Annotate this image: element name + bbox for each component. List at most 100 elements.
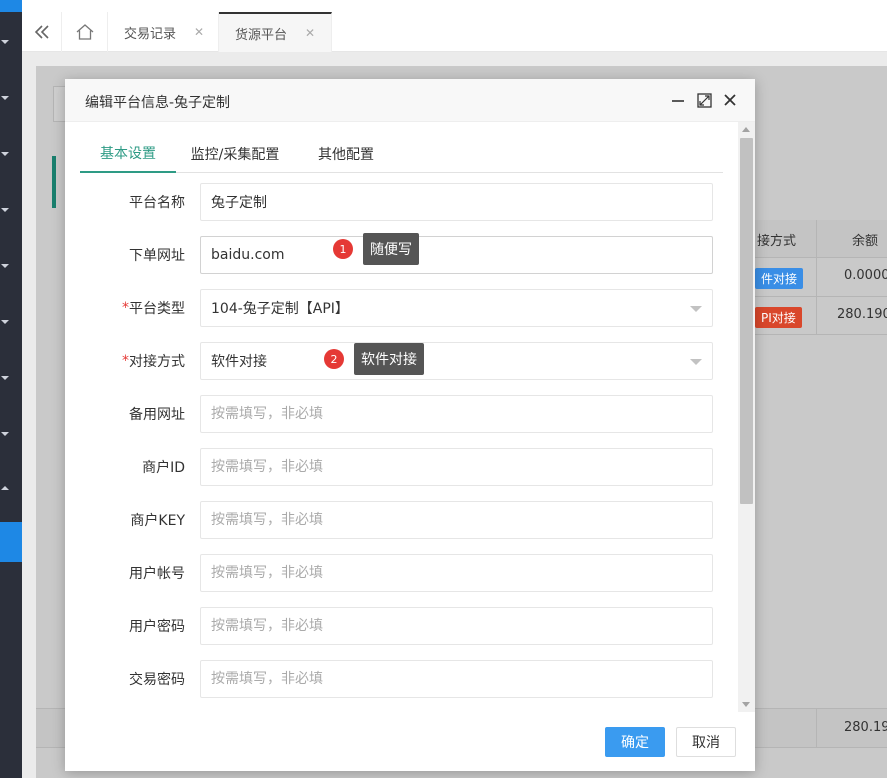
home-icon[interactable] [62, 12, 108, 52]
sidebar-item-active[interactable] [0, 522, 22, 562]
bg-row-divider [755, 296, 887, 297]
platform-name-input[interactable] [200, 183, 713, 221]
bg-row-divider [755, 334, 887, 335]
bg-balance-value: 280.190 [837, 307, 887, 322]
form-row-trade-password: 交易密码 [65, 660, 755, 698]
chevron-up-icon [1, 486, 9, 490]
form-row-backup-url: 备用网址 [65, 395, 755, 433]
merchant-id-input[interactable] [200, 448, 713, 486]
caret-down-icon [690, 306, 702, 312]
dialog-scrollbar[interactable] [738, 122, 755, 712]
sidebar-item[interactable] [0, 404, 22, 460]
field-label: 用户帐号 [129, 566, 185, 582]
field-label-text: 平台类型 [129, 301, 185, 317]
scrollbar-thumb[interactable] [740, 138, 753, 504]
annotation-2: 2 软件对接 [324, 343, 424, 375]
bg-total-balance: 280.19 [844, 720, 887, 735]
left-sidebar [0, 0, 22, 778]
field-label: * 平台类型 [122, 289, 185, 327]
form-row-platform-type: * 平台类型 104-兔子定制【API】 [65, 289, 755, 327]
chevron-down-icon [1, 40, 9, 44]
annotation-number: 1 [333, 239, 353, 259]
dialog-title: 编辑平台信息-兔子定制 [85, 95, 231, 111]
selected-value: 软件对接 [211, 354, 267, 370]
bg-balance-value: 0.0000 [844, 268, 887, 283]
chevron-down-icon [1, 320, 9, 324]
status-badge: 件对接 [755, 268, 804, 289]
sidebar-item[interactable] [0, 348, 22, 404]
cancel-button[interactable]: 取消 [676, 727, 736, 757]
dialog-header: 编辑平台信息-兔子定制 [65, 79, 755, 122]
form-row-merchant-key: 商户KEY [65, 501, 755, 539]
annotation-tooltip: 随便写 [363, 233, 419, 265]
status-badge: PI对接 [755, 307, 802, 328]
form-row-user-password: 用户密码 [65, 607, 755, 645]
sidebar-item[interactable] [0, 180, 22, 236]
tab-other-config[interactable]: 其他配置 [314, 135, 378, 173]
backup-url-input[interactable] [200, 395, 713, 433]
chevron-down-icon [1, 208, 9, 212]
bg-accent-bar [52, 156, 56, 208]
minimize-icon[interactable] [669, 91, 687, 109]
order-url-input[interactable] [200, 236, 713, 274]
scroll-down-arrow-icon[interactable] [742, 702, 750, 707]
field-label: 商户ID [142, 460, 185, 476]
platform-type-select[interactable]: 104-兔子定制【API】 [200, 289, 713, 327]
required-mark: * [122, 353, 129, 369]
sidebar-item[interactable] [0, 124, 22, 180]
confirm-button[interactable]: 确定 [605, 727, 665, 757]
user-password-input[interactable] [200, 607, 713, 645]
connect-mode-select[interactable]: 软件对接 [200, 342, 713, 380]
double-chevron-left-icon[interactable] [22, 12, 62, 52]
form-row-merchant-id: 商户ID [65, 448, 755, 486]
edit-platform-dialog: 编辑平台信息-兔子定制 基本设置 监控/采集配置 其他配置 平台名称 下单网址 … [65, 79, 755, 771]
caret-down-icon [690, 359, 702, 365]
merchant-key-input[interactable] [200, 501, 713, 539]
field-label: 平台名称 [129, 195, 185, 211]
bg-col-mode: 接方式 [757, 233, 797, 249]
sidebar-item[interactable] [0, 460, 22, 516]
field-label: 下单网址 [129, 248, 185, 264]
tab-monitor-config[interactable]: 监控/采集配置 [190, 135, 280, 173]
form-row-platform-name: 平台名称 [65, 183, 755, 221]
chevron-down-icon [1, 376, 9, 380]
chevron-down-icon [1, 152, 9, 156]
annotation-1: 1 随便写 [333, 233, 419, 265]
required-mark: * [122, 300, 129, 316]
dialog-tabs: 基本设置 监控/采集配置 其他配置 [80, 135, 723, 173]
trade-password-input[interactable] [200, 660, 713, 698]
field-label: 备用网址 [129, 407, 185, 423]
field-label: * 对接方式 [122, 342, 185, 380]
bg-col-divider [816, 708, 817, 748]
field-label: 交易密码 [129, 672, 185, 688]
top-strip [22, 0, 887, 12]
close-icon[interactable] [721, 91, 739, 109]
chevron-down-icon [1, 96, 9, 100]
tab-basic-settings[interactable]: 基本设置 [80, 135, 176, 173]
close-icon[interactable]: ✕ [305, 26, 315, 40]
bg-col-divider [816, 220, 817, 335]
annotation-tooltip: 软件对接 [354, 343, 424, 375]
sidebar-item[interactable] [0, 292, 22, 348]
tab-supply-platform[interactable]: 货源平台 ✕ [219, 12, 332, 52]
scroll-up-arrow-icon[interactable] [742, 127, 750, 132]
close-icon[interactable]: ✕ [194, 25, 204, 39]
user-account-input[interactable] [200, 554, 713, 592]
selected-value: 104-兔子定制【API】 [211, 301, 349, 317]
maximize-icon[interactable] [695, 91, 713, 109]
tab-bar: 交易记录 ✕ 货源平台 ✕ [22, 12, 887, 52]
tab-label: 货源平台 [235, 27, 288, 43]
sidebar-top-accent [0, 0, 22, 12]
field-label-text: 对接方式 [129, 354, 185, 370]
sidebar-item[interactable] [0, 236, 22, 292]
form-row-user-account: 用户帐号 [65, 554, 755, 592]
field-label: 用户密码 [129, 619, 185, 635]
sidebar-item[interactable] [0, 12, 22, 68]
sidebar-item[interactable] [0, 68, 22, 124]
chevron-down-icon [1, 264, 9, 268]
tab-label: 交易记录 [124, 26, 177, 42]
chevron-down-icon [1, 432, 9, 436]
tab-trade-records[interactable]: 交易记录 ✕ [108, 12, 219, 52]
bg-col-balance: 余额 [852, 233, 879, 249]
annotation-number: 2 [324, 349, 344, 369]
